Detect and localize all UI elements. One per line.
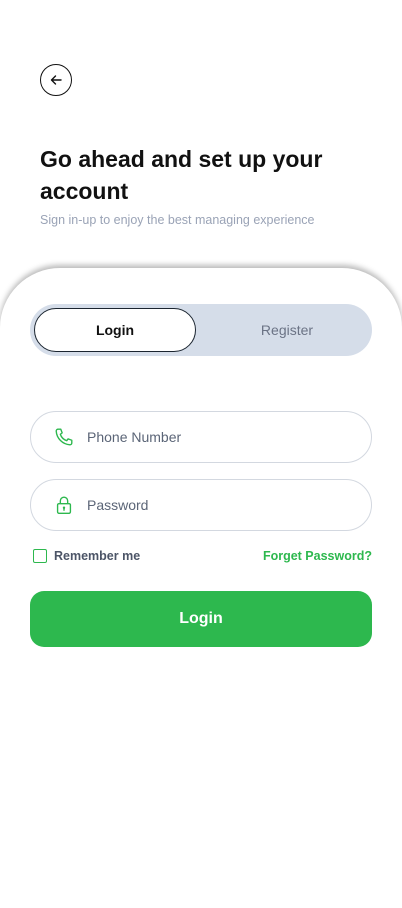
password-input[interactable] — [87, 480, 351, 530]
remember-me-toggle[interactable]: Remember me — [33, 549, 140, 563]
password-field — [30, 479, 372, 531]
arrow-left-icon — [50, 75, 62, 85]
auth-tab-switcher: Login Register — [30, 304, 372, 356]
phone-field — [30, 411, 372, 463]
phone-icon — [53, 426, 75, 448]
auth-card: Login Register Remember me Forget Passwo… — [0, 268, 402, 908]
remember-me-checkbox[interactable] — [33, 549, 47, 563]
lock-icon — [53, 494, 75, 516]
remember-me-label: Remember me — [54, 549, 141, 563]
back-button[interactable] — [40, 64, 72, 96]
page-subtitle: Sign in-up to enjoy the best managing ex… — [40, 213, 315, 227]
tab-register[interactable]: Register — [206, 308, 368, 352]
phone-input[interactable] — [87, 412, 351, 462]
login-button[interactable]: Login — [30, 591, 372, 647]
page-title: Go ahead and set up your account — [40, 146, 323, 204]
forget-password-link[interactable]: Forget Password? — [263, 549, 372, 563]
tab-login[interactable]: Login — [34, 308, 196, 352]
